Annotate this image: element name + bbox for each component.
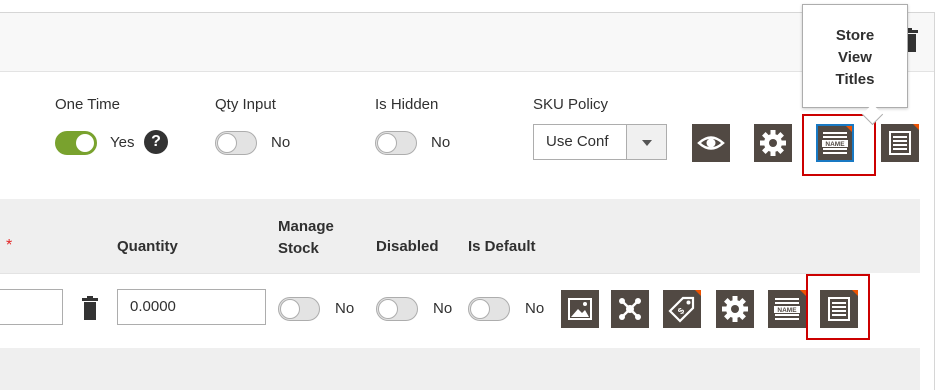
- quantity-value: 0.0000: [130, 298, 176, 315]
- qty-input-value: No: [271, 134, 291, 151]
- eye-icon[interactable]: [692, 124, 730, 162]
- one-time-toggle[interactable]: [55, 131, 97, 155]
- document-icon[interactable]: [881, 124, 919, 162]
- sku-policy-label: SKU Policy: [533, 96, 609, 113]
- option-header-bar: [0, 12, 934, 72]
- gear-icon[interactable]: [754, 124, 792, 162]
- tooltip-line: View: [838, 49, 872, 66]
- gear-icon[interactable]: [716, 290, 754, 328]
- chevron-down-icon[interactable]: [626, 125, 666, 159]
- manage-stock-value: No: [335, 300, 355, 317]
- grid-header: [0, 199, 920, 273]
- qty-input-label: Qty Input: [215, 96, 276, 113]
- svg-text:$: $: [676, 306, 687, 317]
- is-hidden-value: No: [431, 134, 451, 151]
- badge-corner: [913, 124, 919, 130]
- title-input[interactable]: [0, 289, 63, 325]
- store-view-titles-tooltip: Store View Titles: [802, 4, 908, 126]
- name-icon[interactable]: NAME: [768, 290, 806, 328]
- badge-corner: [695, 290, 701, 296]
- manage-stock-header: Manage Stock: [278, 218, 334, 257]
- is-default-header: Is Default: [468, 238, 536, 255]
- one-time-label: One Time: [55, 96, 121, 113]
- is-default-value: No: [525, 300, 545, 317]
- disabled-value: No: [433, 300, 453, 317]
- image-icon[interactable]: [561, 290, 599, 328]
- manage-stock-toggle[interactable]: [278, 297, 320, 321]
- is-hidden-toggle[interactable]: [375, 131, 417, 155]
- disabled-header: Disabled: [376, 238, 439, 255]
- price-tag-icon[interactable]: $: [663, 290, 701, 328]
- name-icon[interactable]: NAME: [816, 124, 854, 162]
- sku-policy-value: Use Conf: [546, 133, 609, 150]
- required-marker: *: [6, 237, 13, 254]
- toggle-knob: [377, 133, 397, 153]
- one-time-value: Yes: [110, 134, 135, 151]
- quantity-header: Quantity: [117, 238, 178, 255]
- svg-text:NAME: NAME: [825, 141, 845, 148]
- qty-input-toggle[interactable]: [215, 131, 257, 155]
- tooltip-line: Titles: [835, 71, 875, 88]
- badge-corner: [852, 290, 858, 296]
- network-icon[interactable]: [611, 290, 649, 328]
- disabled-toggle[interactable]: [376, 297, 418, 321]
- delete-row-icon[interactable]: [81, 296, 99, 321]
- help-icon[interactable]: ?: [144, 130, 168, 154]
- toggle-knob: [217, 133, 237, 153]
- grid-footer: [0, 348, 920, 390]
- badge-corner: [846, 126, 852, 132]
- toggle-knob: [470, 299, 490, 319]
- tooltip-line: Store: [835, 27, 875, 44]
- toggle-knob: [378, 299, 398, 319]
- toggle-knob: [75, 133, 95, 153]
- document-icon[interactable]: [820, 290, 858, 328]
- panel-border: [934, 12, 935, 390]
- toggle-knob: [280, 299, 300, 319]
- is-hidden-label: Is Hidden: [375, 96, 439, 113]
- is-default-toggle[interactable]: [468, 297, 510, 321]
- svg-text:NAME: NAME: [777, 307, 797, 314]
- quantity-input[interactable]: 0.0000: [117, 289, 266, 325]
- sku-policy-select[interactable]: Use Conf: [533, 124, 667, 160]
